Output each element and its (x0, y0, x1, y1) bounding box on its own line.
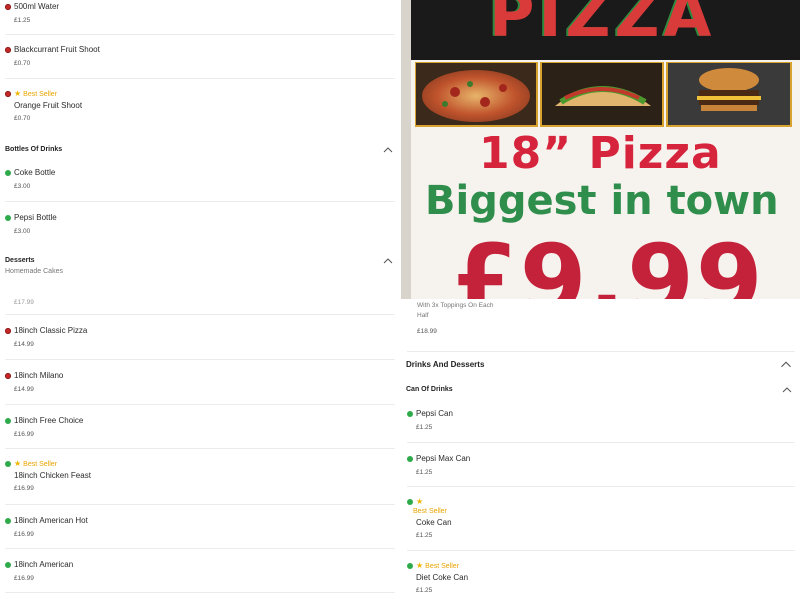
section-header-bottles[interactable]: Bottles Of Drinks (5, 146, 395, 153)
menu-item[interactable]: ★ Best Seller Diet Coke Can £1.25 (407, 551, 795, 600)
menu-item[interactable]: 18inch American Hot £16.99 (5, 505, 395, 549)
item-price: £3.00 (14, 228, 31, 235)
non-veg-icon (5, 3, 11, 10)
item-price: £14.99 (14, 386, 34, 393)
item-name: 18inch Free Choice (14, 416, 84, 425)
section-title: Desserts (5, 257, 35, 264)
veg-icon (5, 517, 11, 524)
item-description: Half (417, 312, 429, 319)
promo-top-word: PIZZA (489, 0, 716, 51)
item-price: £1.25 (416, 469, 433, 476)
item-name: Coke Can (416, 518, 452, 527)
menu-item[interactable]: Coke Bottle £3.00 (5, 157, 395, 202)
star-icon: ★ (14, 89, 22, 98)
veg-icon (5, 169, 11, 176)
menu-item[interactable]: Pepsi Max Can £1.25 (407, 443, 795, 487)
item-name: Pepsi Max Can (416, 454, 471, 463)
item-name: 18inch Milano (14, 371, 64, 380)
veg-icon (5, 561, 11, 568)
item-price: £18.99 (417, 328, 437, 335)
menu-item[interactable]: 18inch Milano £14.99 (5, 360, 395, 405)
promo-banner-image: PIZZA 18” Pizza Biggest in town £9.99 (401, 0, 800, 299)
menu-panel-pizzas: £17.99 18inch Classic Pizza £14.99 18inc… (0, 299, 401, 600)
item-price: £3.00 (14, 183, 31, 190)
veg-icon (5, 417, 11, 424)
veg-icon (5, 461, 11, 467)
item-price: £0.70 (14, 60, 31, 67)
section-title: Bottles Of Drinks (5, 146, 63, 153)
section-title: Can Of Drinks (406, 386, 453, 393)
star-icon: ★ (416, 497, 424, 506)
item-price: £1.25 (416, 587, 433, 594)
menu-panel-drinks: 500ml Water £1.25 Blackcurrant Fruit Sho… (0, 0, 401, 299)
item-price: £14.99 (14, 341, 34, 348)
item-name: 18inch Chicken Feast (14, 471, 91, 480)
item-price: £17.99 (14, 299, 34, 306)
item-name: 18inch American (14, 560, 74, 569)
menu-panel-cans: With 3x Toppings On Each Half £18.99 Dri… (401, 299, 800, 600)
non-veg-icon (5, 372, 11, 379)
best-seller-badge: Best Seller (413, 508, 447, 515)
menu-item[interactable]: ★ Best Seller 18inch Chicken Feast £16.9… (5, 449, 395, 505)
promo-line1: 18” Pizza (479, 128, 722, 179)
non-veg-icon (5, 91, 11, 97)
section-header-cans[interactable]: Can Of Drinks (406, 386, 794, 393)
non-veg-icon (5, 46, 11, 53)
item-price: £1.25 (416, 424, 433, 431)
veg-icon (407, 499, 413, 505)
veg-icon (407, 563, 413, 569)
star-icon: ★ (14, 459, 22, 468)
category-header-drinks-desserts[interactable]: Drinks And Desserts (406, 360, 794, 369)
veg-icon (5, 214, 11, 221)
item-price: £16.99 (14, 485, 34, 492)
menu-item[interactable]: Pepsi Bottle £3.00 (5, 202, 395, 246)
item-name: Pepsi Can (416, 409, 453, 418)
item-name: Coke Bottle (14, 168, 56, 177)
item-name: Pepsi Bottle (14, 213, 57, 222)
item-name: Blackcurrant Fruit Shoot (14, 45, 100, 54)
item-price: £16.99 (14, 575, 34, 582)
item-name: 18inch American Hot (14, 516, 88, 525)
item-price: £0.70 (14, 115, 31, 122)
item-name: 500ml Water (14, 2, 60, 11)
item-name: 18inch Classic Pizza (14, 326, 88, 335)
promo-price: £9.99 (451, 224, 765, 299)
item-name: Diet Coke Can (416, 573, 469, 582)
food-photos (415, 62, 792, 127)
category-title: Drinks And Desserts (406, 360, 485, 369)
menu-item[interactable]: 500ml Water £1.25 (5, 0, 395, 35)
item-price: £16.99 (14, 531, 34, 538)
menu-item[interactable]: ★ Best Seller Orange Fruit Shoot £0.70 (5, 79, 395, 135)
menu-item[interactable]: Pepsi Can £1.25 (407, 398, 795, 443)
chevron-up-icon[interactable] (780, 360, 792, 369)
item-name: Orange Fruit Shoot (14, 101, 83, 110)
section-subtitle: Homemade Cakes (5, 268, 63, 275)
promo-line2: Biggest in town (425, 178, 779, 224)
item-price: £16.99 (14, 431, 34, 438)
menu-item[interactable]: 18inch American £16.99 (5, 549, 395, 593)
veg-icon (407, 410, 413, 417)
menu-item[interactable]: ★ Best Seller Coke Can £1.25 (407, 487, 795, 551)
best-seller-badge: Best Seller (23, 90, 58, 98)
star-icon: ★ (416, 561, 424, 570)
menu-item[interactable]: 18inch Free Choice £16.99 (5, 405, 395, 449)
menu-item[interactable]: With 3x Toppings On Each Half £18.99 (407, 299, 795, 352)
chevron-up-icon[interactable] (383, 257, 393, 265)
section-header-desserts[interactable]: Desserts Homemade Cakes (5, 257, 395, 275)
menu-item[interactable]: 18inch Classic Pizza £14.99 (5, 315, 395, 360)
menu-item-cut[interactable]: £17.99 (5, 299, 395, 315)
item-description: With 3x Toppings On Each (417, 302, 494, 309)
non-veg-icon (5, 327, 11, 334)
item-price: £1.25 (14, 17, 31, 24)
best-seller-badge: Best Seller (425, 562, 460, 570)
chevron-up-icon[interactable] (383, 146, 393, 154)
item-price: £1.25 (416, 532, 433, 539)
veg-icon (407, 455, 413, 462)
chevron-up-icon[interactable] (782, 386, 792, 394)
best-seller-badge: Best Seller (23, 460, 58, 468)
menu-item[interactable]: Blackcurrant Fruit Shoot £0.70 (5, 35, 395, 79)
